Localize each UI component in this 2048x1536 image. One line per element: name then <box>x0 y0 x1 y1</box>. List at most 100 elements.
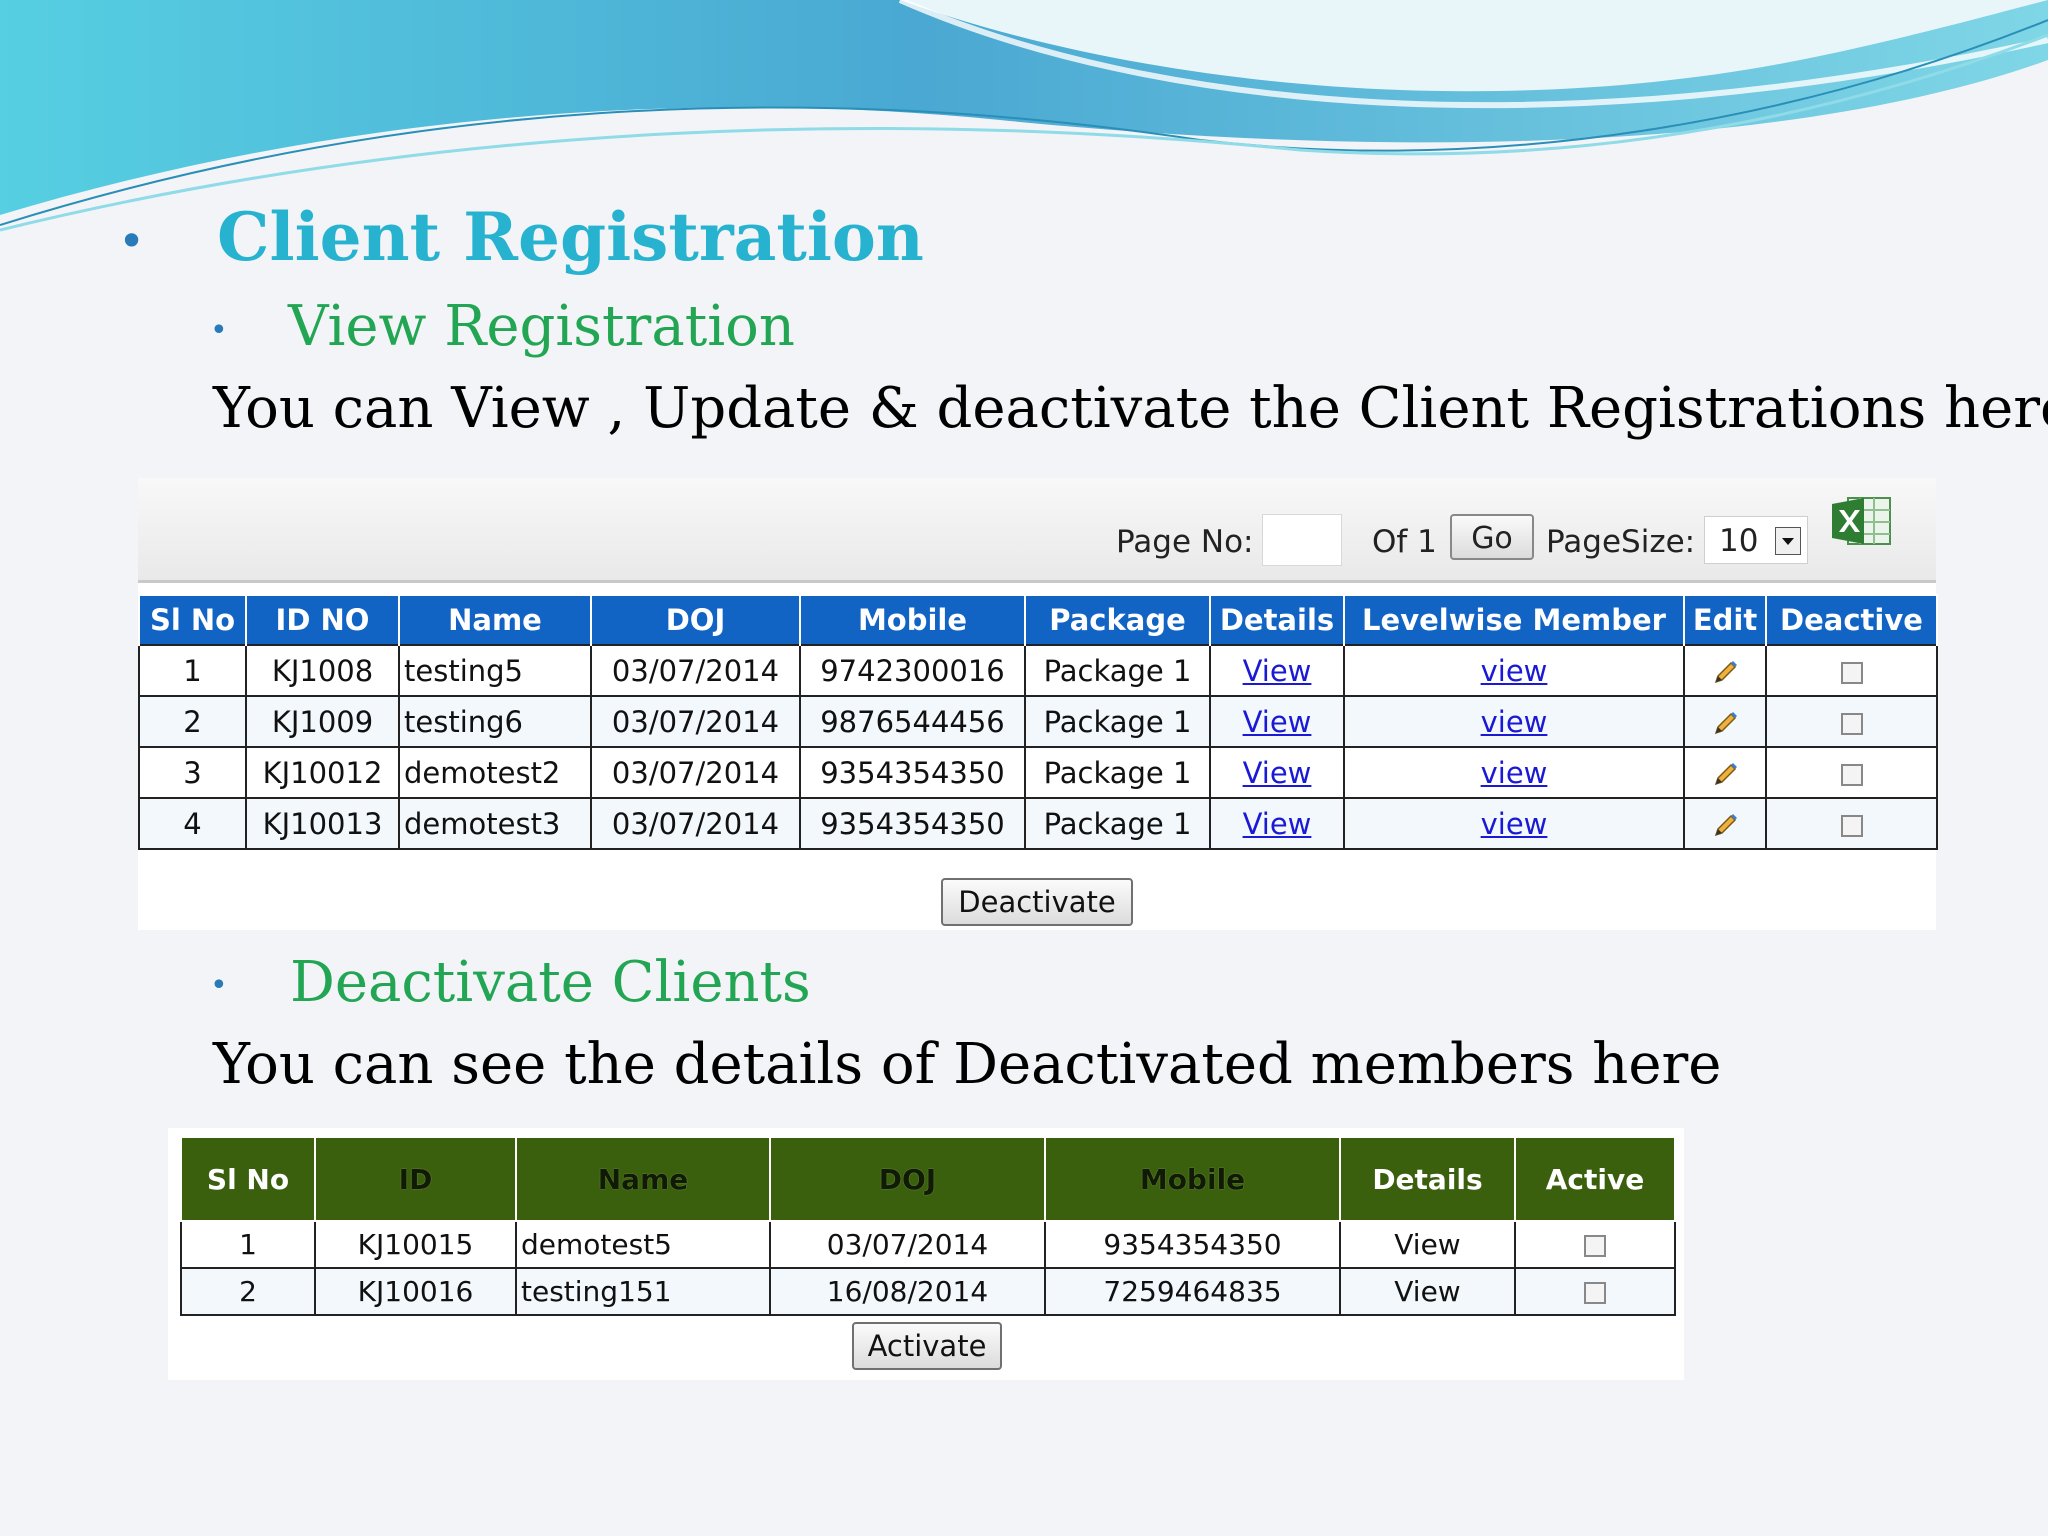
doj-cell: 03/07/2014 <box>590 695 801 748</box>
pagesize-value: 10 <box>1719 523 1759 559</box>
name-cell: demotest5 <box>515 1220 771 1269</box>
package-cell: Package 1 <box>1024 797 1211 850</box>
table-row: 2 KJ1009 testing6 03/07/2014 9876544456 … <box>138 695 1938 748</box>
deactive-cell <box>1765 695 1938 748</box>
deactive-cell <box>1765 644 1938 697</box>
details-link[interactable]: View <box>1243 654 1312 688</box>
column-header[interactable]: ID NO <box>245 594 400 645</box>
section1-description: You can View , Update & deactivate the C… <box>213 376 2048 441</box>
active-checkbox[interactable] <box>1584 1282 1606 1304</box>
pager-bar: Page No: Of 1 Go PageSize: 10 <box>138 478 1936 583</box>
levelwise-link[interactable]: view <box>1481 705 1548 739</box>
section1-bullet: • <box>210 313 228 348</box>
deactivated-table: Sl No ID Name DOJ Mobile Details Active … <box>180 1138 1676 1316</box>
pencil-edit-icon[interactable] <box>1710 760 1740 790</box>
column-header[interactable]: Mobile <box>799 594 1026 645</box>
excel-icon[interactable] <box>1830 492 1894 550</box>
column-header[interactable]: Name <box>398 594 592 645</box>
column-header[interactable]: Levelwise Member <box>1343 594 1685 645</box>
pencil-edit-icon[interactable] <box>1710 658 1740 688</box>
levelwise-link[interactable]: view <box>1481 807 1548 841</box>
name-cell: testing151 <box>515 1267 771 1316</box>
details-cell: View <box>1209 746 1345 799</box>
mobile-cell: 9354354350 <box>1044 1220 1341 1269</box>
page-no-input[interactable] <box>1262 514 1342 566</box>
levelwise-link[interactable]: view <box>1481 654 1548 688</box>
levelwise-cell: view <box>1343 644 1685 697</box>
sl-cell: 2 <box>138 695 247 748</box>
table-header-row: Sl No ID NO Name DOJ Mobile Package Deta… <box>138 594 1938 645</box>
deactive-checkbox[interactable] <box>1840 712 1863 735</box>
column-header[interactable]: Active <box>1514 1138 1676 1222</box>
deactive-checkbox[interactable] <box>1840 814 1863 837</box>
deactivate-button[interactable]: Deactivate <box>941 878 1133 926</box>
table-row: 1 KJ10015 demotest5 03/07/2014 935435435… <box>180 1220 1676 1269</box>
edit-cell <box>1683 746 1767 799</box>
sl-cell: 4 <box>138 797 247 850</box>
activate-button[interactable]: Activate <box>852 1322 1002 1370</box>
details-link[interactable]: View <box>1243 756 1312 790</box>
levelwise-cell: view <box>1343 797 1685 850</box>
mobile-cell: 9742300016 <box>799 644 1026 697</box>
deactive-checkbox[interactable] <box>1840 763 1863 786</box>
details-cell[interactable]: View <box>1339 1267 1516 1316</box>
package-cell: Package 1 <box>1024 746 1211 799</box>
id-cell: KJ10013 <box>245 797 400 850</box>
table-row: 2 KJ10016 testing151 16/08/2014 72594648… <box>180 1267 1676 1316</box>
deactive-cell <box>1765 797 1938 850</box>
column-header[interactable]: Sl No <box>138 594 247 645</box>
mobile-cell: 9354354350 <box>799 797 1026 850</box>
table-header-row: Sl No ID Name DOJ Mobile Details Active <box>180 1138 1676 1222</box>
package-cell: Package 1 <box>1024 695 1211 748</box>
mobile-cell: 9876544456 <box>799 695 1026 748</box>
details-link[interactable]: View <box>1243 705 1312 739</box>
column-header[interactable]: Details <box>1339 1138 1516 1222</box>
id-cell: KJ10015 <box>314 1220 517 1269</box>
section2-bullet: • <box>210 968 228 1003</box>
edit-cell <box>1683 695 1767 748</box>
details-cell: View <box>1209 644 1345 697</box>
column-header[interactable]: Package <box>1024 594 1211 645</box>
column-header[interactable]: Sl No <box>180 1138 316 1222</box>
pagesize-label: PageSize: <box>1546 524 1696 560</box>
chevron-down-icon[interactable] <box>1775 527 1801 555</box>
pencil-edit-icon[interactable] <box>1710 811 1740 841</box>
name-cell: testing5 <box>398 644 592 697</box>
details-link[interactable]: View <box>1243 807 1312 841</box>
column-header[interactable]: Name <box>515 1138 771 1222</box>
id-cell: KJ10016 <box>314 1267 517 1316</box>
column-header[interactable]: Deactive <box>1765 594 1938 645</box>
column-header[interactable]: DOJ <box>590 594 801 645</box>
edit-cell <box>1683 797 1767 850</box>
table-row: 4 KJ10013 demotest3 03/07/2014 935435435… <box>138 797 1938 850</box>
deactive-checkbox[interactable] <box>1840 661 1863 684</box>
sl-cell: 1 <box>180 1220 316 1269</box>
levelwise-link[interactable]: view <box>1481 756 1548 790</box>
deactive-cell <box>1765 746 1938 799</box>
doj-cell: 03/07/2014 <box>769 1220 1046 1269</box>
table-row: 3 KJ10012 demotest2 03/07/2014 935435435… <box>138 746 1938 799</box>
column-header[interactable]: Details <box>1209 594 1345 645</box>
column-header[interactable]: DOJ <box>769 1138 1046 1222</box>
package-cell: Package 1 <box>1024 644 1211 697</box>
pagesize-select[interactable]: 10 <box>1704 516 1808 564</box>
levelwise-cell: view <box>1343 695 1685 748</box>
title-bullet: • <box>118 214 146 268</box>
page-count-label: Of 1 <box>1372 524 1437 560</box>
column-header[interactable]: Mobile <box>1044 1138 1341 1222</box>
doj-cell: 16/08/2014 <box>769 1267 1046 1316</box>
active-cell <box>1514 1220 1676 1269</box>
column-header[interactable]: ID <box>314 1138 517 1222</box>
details-cell[interactable]: View <box>1339 1220 1516 1269</box>
go-button[interactable]: Go <box>1450 514 1534 560</box>
sl-cell: 3 <box>138 746 247 799</box>
name-cell: demotest3 <box>398 797 592 850</box>
active-checkbox[interactable] <box>1584 1235 1606 1257</box>
pencil-edit-icon[interactable] <box>1710 709 1740 739</box>
sl-cell: 1 <box>138 644 247 697</box>
section2-description: You can see the details of Deactivated m… <box>213 1032 1722 1097</box>
section1-heading: View Registration <box>288 294 795 359</box>
mobile-cell: 9354354350 <box>799 746 1026 799</box>
column-header[interactable]: Edit <box>1683 594 1767 645</box>
id-cell: KJ1009 <box>245 695 400 748</box>
